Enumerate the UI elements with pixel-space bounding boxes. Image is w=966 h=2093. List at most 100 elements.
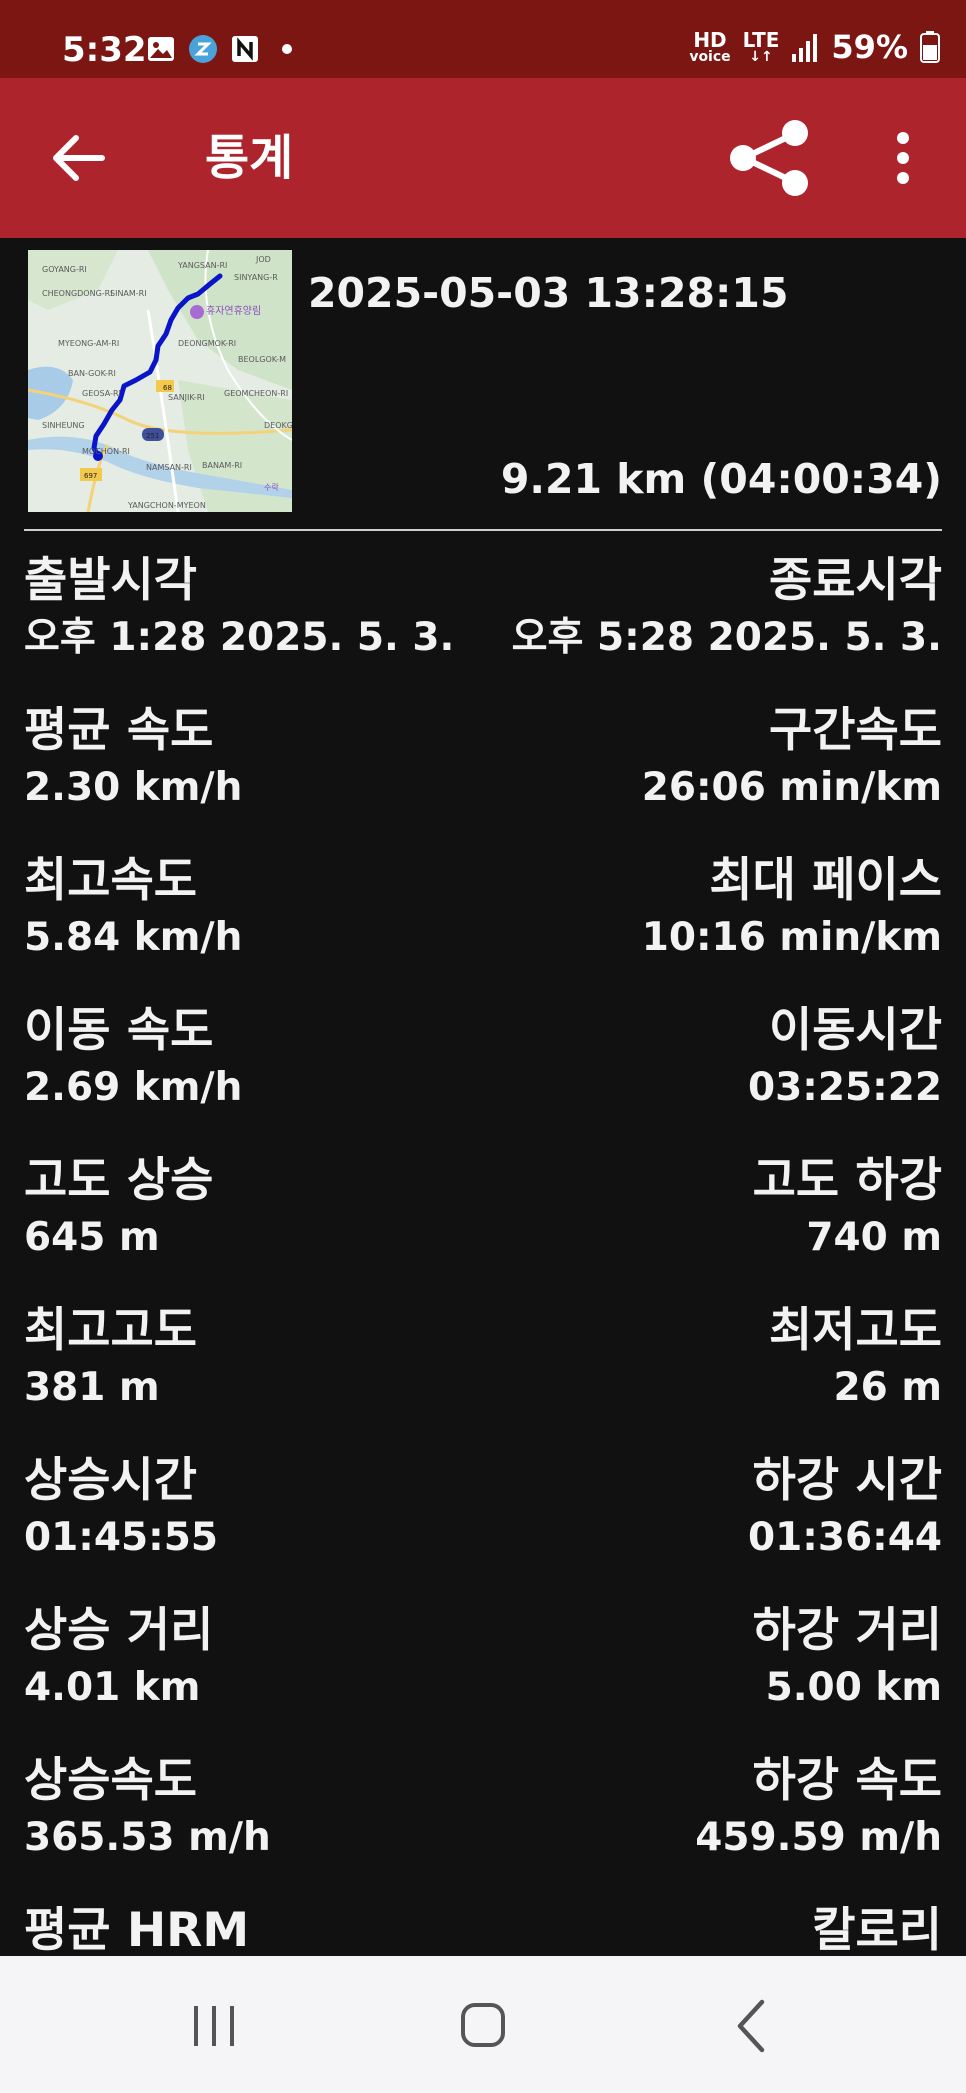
stat-right: 칼로리	[812, 1900, 942, 1956]
map-road-68: 68	[163, 384, 172, 392]
system-back-button[interactable]	[712, 1996, 792, 2056]
more-vert-icon	[897, 132, 909, 184]
map-label-sanjik: SANJIK-RI	[168, 393, 205, 402]
stat-label: 최저고도	[769, 1303, 942, 1358]
stat-value: 26 m	[833, 1365, 943, 1410]
stat-value: 26:06 min/km	[641, 765, 942, 810]
recent-apps-button[interactable]	[174, 1996, 254, 2056]
stat-value: 오후 5:28 2025. 5. 3.	[511, 615, 942, 660]
back-button[interactable]	[50, 130, 110, 186]
statistics-content[interactable]: GOYANG-RI YANGSAN-RI JOD CHEONGDONG-RI SINAM…	[0, 238, 966, 1956]
stat-left: 최고속도 5.84 km/h	[24, 850, 242, 964]
stat-row: 평균 속도 2.30 km/h 구간속도 26:06 min/km	[24, 700, 942, 850]
stat-row: 출발시각오후 1:28 2025. 5. 3. 종료시각오후 5:28 2025.…	[24, 550, 942, 700]
map-label-suryeok: 수락	[264, 482, 279, 492]
map-label-sinheung: SINHEUNG	[42, 421, 85, 430]
page-title: 통계	[205, 130, 294, 186]
stat-label: 하강 속도	[752, 1753, 942, 1808]
stat-right: 구간속도 26:06 min/km	[642, 700, 942, 814]
map-label-mochon: MOCHON-RI	[82, 447, 130, 456]
stat-label: 종료시각	[769, 553, 942, 608]
signal-icon	[792, 34, 818, 62]
status-time: 5:32	[62, 30, 147, 70]
map-label-namsan: NAMSAN-RI	[146, 463, 192, 472]
map-label-sinam: SINAM-RI	[110, 289, 147, 298]
stat-label: 상승시간	[24, 1453, 197, 1508]
more-options-button[interactable]	[880, 130, 926, 186]
hd-voice-icon: HD voice	[689, 28, 731, 65]
arrow-left-icon	[53, 135, 105, 181]
gallery-icon	[146, 34, 176, 64]
stat-left: 상승시간 01:45:55	[24, 1450, 218, 1564]
stat-label: 하강 거리	[752, 1603, 942, 1658]
track-date: 2025-05-03 13:28:15	[308, 269, 789, 317]
stat-label: 상승 거리	[24, 1603, 214, 1658]
map-label-yangchon: YANGCHON-MYEON	[127, 501, 206, 510]
map-label-myeongam: MYEONG-AM-RI	[58, 339, 119, 348]
more-notifications-icon	[282, 44, 292, 54]
map-label-deok: DEOKG	[264, 421, 292, 430]
stat-label: 이동시간	[769, 1003, 942, 1058]
stat-value: 365.53 m/h	[24, 1815, 271, 1860]
stat-value: 2.30 km/h	[24, 765, 243, 810]
stat-label: 최고고도	[24, 1303, 197, 1358]
stat-label: 출발시각	[24, 553, 197, 608]
stat-value: 381 m	[24, 1365, 160, 1410]
stat-label: 고도 하강	[752, 1153, 942, 1208]
system-status: HD voice LTE ↓↑ 59%	[689, 28, 940, 66]
stat-value: 10:16 min/km	[641, 915, 942, 960]
map-label-sinyang: SINYANG-R	[234, 273, 278, 282]
stat-right: 최저고도 26 m	[769, 1300, 942, 1414]
stat-left: 상승 거리 4.01 km	[24, 1600, 213, 1714]
navigation-bar	[0, 1956, 966, 2093]
stat-row: 상승속도 365.53 m/h 하강 속도 459.59 m/h	[24, 1750, 942, 1900]
battery-percent: 59%	[831, 28, 908, 66]
stat-right: 하강 속도 459.59 m/h	[695, 1750, 942, 1864]
stat-row: 상승시간 01:45:55 하강 시간 01:36:44	[24, 1450, 942, 1600]
stat-value: 459.59 m/h	[695, 1815, 942, 1860]
share-icon	[730, 120, 808, 196]
map-label-yangsan: YANGSAN-RI	[177, 261, 227, 270]
stat-left: 평균 HRM	[24, 1900, 249, 1956]
stat-right: 이동시간 03:25:22	[748, 1000, 942, 1114]
stats-list: 출발시각오후 1:28 2025. 5. 3. 종료시각오후 5:28 2025.…	[24, 550, 942, 1956]
map-label-goyang: GOYANG-RI	[42, 265, 87, 274]
home-button[interactable]	[443, 1996, 523, 2056]
stat-row: 최고속도 5.84 km/h 최대 페이스 10:16 min/km	[24, 850, 942, 1000]
stat-label: 평균 속도	[24, 703, 214, 758]
notification-icons	[146, 34, 292, 64]
stat-value: 4.01 km	[24, 1665, 201, 1710]
share-button[interactable]	[728, 120, 812, 196]
stat-label: 구간속도	[769, 703, 942, 758]
track-map-thumbnail[interactable]: GOYANG-RI YANGSAN-RI JOD CHEONGDONG-RI SINAM…	[28, 250, 292, 512]
stat-value: 2.69 km/h	[24, 1065, 243, 1110]
stat-right: 종료시각오후 5:28 2025. 5. 3.	[512, 550, 942, 664]
map-label-cheongdong: CHEONGDONG-RI	[42, 289, 113, 298]
divider	[24, 529, 942, 531]
map-road-251: 251	[146, 432, 159, 440]
stat-value: 오후 1:28 2025. 5. 3.	[24, 615, 455, 660]
stat-label: 이동 속도	[24, 1003, 214, 1058]
recent-apps-icon	[194, 2006, 234, 2046]
battery-icon	[920, 31, 940, 63]
chevron-left-icon	[737, 1999, 765, 2053]
stat-value: 01:36:44	[747, 1515, 942, 1560]
stat-label: 하강 시간	[752, 1453, 942, 1508]
stat-label: 상승속도	[24, 1753, 197, 1808]
map-label-beolgok: BEOLGOK-M	[238, 355, 286, 364]
stat-label: 칼로리	[812, 1903, 942, 1956]
map-label-geomcheon: GEOMCHEON-RI	[224, 389, 288, 398]
lte-icon: LTE ↓↑	[742, 28, 780, 65]
map-label-geosa: GEOSA-RI	[82, 389, 121, 398]
status-bar: 5:32 HD voice LTE ↓↑ 59%	[0, 0, 966, 78]
stat-left: 평균 속도 2.30 km/h	[24, 700, 242, 814]
stat-value: 01:45:55	[24, 1515, 219, 1560]
naver-n-icon	[230, 34, 260, 64]
stat-right: 하강 시간 01:36:44	[748, 1450, 942, 1564]
map-label-poi: 휴자연휴양림	[206, 305, 261, 317]
stat-left: 이동 속도 2.69 km/h	[24, 1000, 242, 1114]
stat-row: 고도 상승 645 m 고도 하강 740 m	[24, 1150, 942, 1300]
stat-right: 고도 하강 740 m	[753, 1150, 942, 1264]
stat-label: 최고속도	[24, 853, 197, 908]
stat-row: 평균 HRM 칼로리	[24, 1900, 942, 1956]
